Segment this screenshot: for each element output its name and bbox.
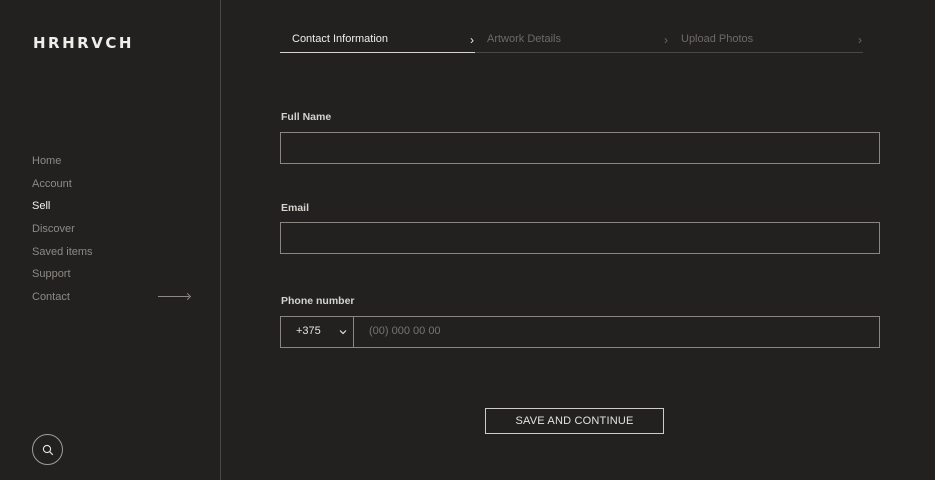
email-input[interactable] xyxy=(280,222,880,254)
nav-item-discover[interactable]: Discover xyxy=(32,220,192,243)
chevron-right-icon: › xyxy=(664,33,668,47)
search-icon xyxy=(42,444,53,455)
step-label: Upload Photos xyxy=(681,33,754,45)
phone-label: Phone number xyxy=(281,295,355,307)
sidebar: HRHRVCH Home Account Sell Discover Saved… xyxy=(0,0,221,480)
chevron-down-icon xyxy=(339,330,347,335)
full-name-input[interactable] xyxy=(280,132,880,164)
save-and-continue-button[interactable]: SAVE AND CONTINUE xyxy=(485,408,664,434)
nav-item-saved-items[interactable]: Saved items xyxy=(32,243,192,266)
chevron-right-icon: › xyxy=(470,33,474,47)
search-button[interactable] xyxy=(32,434,63,465)
nav-item-home[interactable]: Home xyxy=(32,152,192,175)
chevron-right-icon: › xyxy=(858,33,862,47)
brand-logo[interactable]: HRHRVCH xyxy=(33,34,134,52)
nav-item-support[interactable]: Support xyxy=(32,265,192,288)
full-name-label: Full Name xyxy=(281,111,332,123)
email-label: Email xyxy=(281,202,310,214)
arrow-right-icon xyxy=(158,296,189,298)
step-label: Contact Information xyxy=(292,33,388,45)
nav-item-account[interactable]: Account xyxy=(32,175,192,198)
phone-number-input[interactable]: (00) 000 00 00 xyxy=(354,317,879,347)
phone-field: +375 (00) 000 00 00 xyxy=(280,316,880,348)
main-nav: Home Account Sell Discover Saved items S… xyxy=(32,152,192,311)
step-tabs: Contact Information › Artwork Details › … xyxy=(280,30,863,53)
phone-placeholder: (00) 000 00 00 xyxy=(369,325,441,337)
nav-item-contact-label: Contact xyxy=(32,291,70,304)
country-code-value: +375 xyxy=(296,325,321,337)
nav-item-contact[interactable]: Contact xyxy=(32,288,192,311)
step-artwork-details[interactable]: Artwork Details › xyxy=(475,30,669,53)
nav-item-sell[interactable]: Sell xyxy=(32,197,192,220)
step-label: Artwork Details xyxy=(487,33,561,45)
step-upload-photos[interactable]: Upload Photos › xyxy=(669,30,863,53)
country-code-select[interactable]: +375 xyxy=(281,317,354,347)
step-contact-information[interactable]: Contact Information › xyxy=(280,30,475,53)
